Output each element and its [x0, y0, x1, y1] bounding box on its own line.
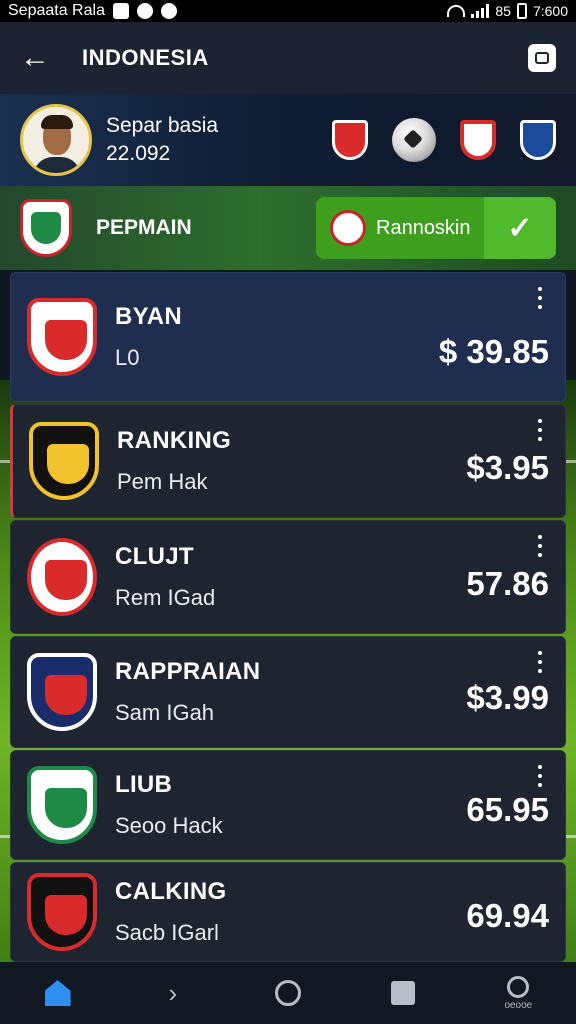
more-options-button[interactable]	[535, 651, 545, 673]
camera-button[interactable]	[528, 44, 556, 72]
team-crest-icon	[20, 199, 72, 257]
status-time: 7:600	[532, 3, 568, 19]
more-options-button[interactable]	[535, 765, 545, 787]
circle-icon	[274, 980, 301, 1006]
user-icon	[507, 975, 530, 998]
nav-circle-button[interactable]	[263, 968, 313, 1018]
item-subtitle: Pem Hak	[117, 469, 208, 494]
status-carrier: Sepaata Rala	[8, 2, 105, 19]
item-title: CLUJT	[115, 543, 194, 570]
club-crest-icon	[27, 538, 97, 616]
item-price: 65.95	[466, 791, 549, 828]
item-price: $ 39.85	[438, 333, 549, 370]
back-button[interactable]: ←	[20, 41, 50, 74]
list-item[interactable]: RAPPRAIAN Sam IGah $3.99	[10, 636, 566, 748]
more-options-button[interactable]	[535, 419, 545, 441]
item-title: LIUB	[115, 771, 173, 798]
list-item[interactable]: CALKING Sacb IGarl 69.94	[10, 862, 566, 962]
item-price: 69.94	[466, 897, 549, 934]
club-crest-icon[interactable]	[460, 120, 496, 160]
item-subtitle: Sam IGah	[115, 700, 215, 725]
team-label: PEPMAIN	[96, 216, 192, 239]
nav-user-label: oeooe	[504, 999, 533, 1011]
app-bar: ← INDONESIA	[0, 22, 576, 174]
profile-header: Separ basia 22.092	[0, 94, 576, 186]
ranking-button-label: Rannoskin	[376, 216, 471, 239]
club-crest-icon[interactable]	[520, 120, 556, 160]
signal-icon	[471, 4, 490, 18]
item-subtitle: Sacb IGarl	[115, 920, 219, 945]
item-subtitle: L0	[115, 345, 140, 370]
list-item[interactable]: CLUJT Rem IGad 57.86	[10, 520, 566, 634]
item-title: RAPPRAIAN	[115, 658, 261, 685]
item-price: 57.86	[466, 565, 549, 602]
status-bar: Sepaata Rala 85 7:600	[0, 0, 576, 22]
clock-icon	[160, 3, 177, 19]
page-title: INDONESIA	[82, 45, 209, 70]
club-crest-icon	[29, 422, 99, 500]
profile-name: Separ basia	[106, 114, 219, 137]
more-options-button[interactable]	[535, 535, 545, 557]
crest-icon	[330, 210, 366, 246]
nav-home-button[interactable]	[33, 968, 83, 1018]
item-title: RANKING	[117, 427, 232, 454]
camera-icon	[535, 52, 549, 64]
wifi-icon	[447, 5, 466, 17]
nav-square-button[interactable]	[378, 968, 428, 1018]
club-crest-icon	[27, 298, 97, 376]
club-crest-icon[interactable]	[332, 120, 368, 160]
item-subtitle: Rem IGad	[115, 585, 216, 610]
club-crest-icon	[27, 766, 97, 844]
list-item[interactable]: RANKING Pem Hak $3.95	[10, 404, 566, 518]
home-icon	[44, 980, 71, 1006]
item-title: BYAN	[115, 303, 183, 330]
club-crest-icon	[27, 653, 97, 731]
nav-back-button[interactable]: ›	[148, 968, 198, 1018]
alarm-icon	[136, 3, 153, 19]
club-crest-icon	[27, 873, 97, 951]
bottom-nav: › oeooe	[0, 962, 576, 1024]
arrow-icon: ›	[168, 977, 178, 1008]
nav-user-button[interactable]: oeooe	[493, 968, 543, 1018]
list-item[interactable]: LIUB Seoo Hack 65.95	[10, 750, 566, 860]
team-bar: PEPMAIN Rannoskin ✓	[0, 186, 576, 270]
profile-subtitle: 22.092	[106, 142, 171, 165]
arrow-left-icon: ←	[20, 41, 50, 74]
ranking-button[interactable]: Rannoskin ✓	[316, 197, 556, 259]
item-title: CALKING	[115, 878, 227, 905]
soccer-ball-icon[interactable]	[392, 118, 436, 162]
battery-icon	[516, 3, 527, 19]
avatar[interactable]	[20, 104, 92, 176]
square-icon	[391, 981, 416, 1005]
more-options-button[interactable]	[535, 287, 545, 309]
item-subtitle: Seoo Hack	[115, 813, 223, 838]
list-item[interactable]: BYAN L0 $ 39.85	[10, 272, 566, 402]
item-price: $3.95	[466, 449, 549, 486]
signal-text: 85	[495, 3, 511, 19]
notification-icon	[112, 3, 129, 19]
item-price: $3.99	[466, 679, 549, 716]
check-icon: ✓	[484, 197, 556, 259]
